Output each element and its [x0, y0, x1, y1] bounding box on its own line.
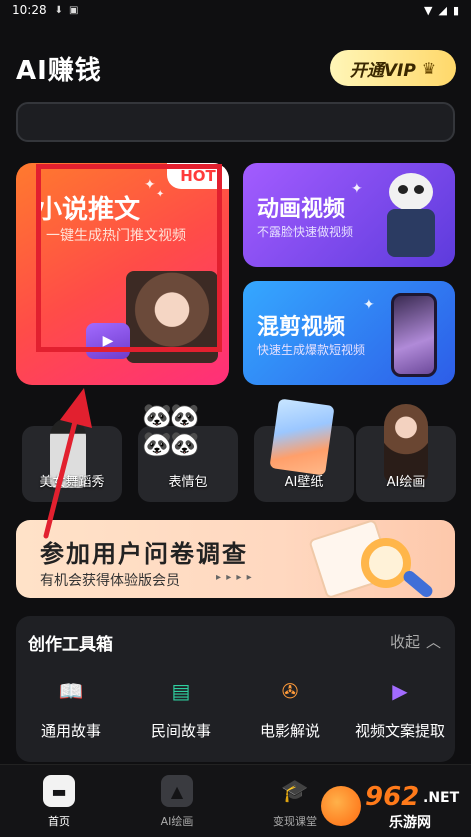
- home-icon: ▬: [43, 775, 75, 807]
- girl-portrait-image: [126, 271, 218, 363]
- magnifier-handle: [401, 568, 435, 598]
- wallpaper-image: [269, 398, 335, 476]
- survey-title: 参加用户问卷调查: [40, 540, 248, 568]
- image-icon: ▲: [161, 775, 193, 807]
- collapse-label: 收起: [389, 633, 420, 651]
- site-watermark: 962 .NET 乐游网: [315, 782, 465, 832]
- phone-illustration: [391, 293, 437, 377]
- novel-promo-card[interactable]: HOT 小说推文 一键生成热门推文视频 ✦ ✦ ▶: [16, 163, 229, 385]
- panda-man-illustration: [381, 173, 441, 259]
- category-dance[interactable]: 美女舞蹈秀: [22, 418, 122, 502]
- status-time: 10:28: [12, 3, 47, 17]
- novel-card-subtitle: 一键生成热门推文视频: [46, 228, 186, 244]
- collapse-button[interactable]: 收起 ︿: [390, 631, 441, 652]
- wifi-icon: ▼: [424, 3, 433, 17]
- creation-toolbox: 创作工具箱 收起 ︿ 📖 通用故事 ▤ 民间故事 ✇ 电影解说 ▶ 视频文案提取: [16, 616, 455, 762]
- sparkle-icon: ✦: [363, 297, 375, 313]
- tool-label: 民间故事: [150, 722, 211, 740]
- graduation-cap-icon: 🎓: [281, 778, 309, 804]
- arrows-icon: ▸ ▸ ▸ ▸: [216, 572, 253, 583]
- tool-label: 电影解说: [259, 722, 320, 740]
- remix-card-title: 混剪视频: [257, 315, 346, 340]
- a-icon: ▣: [68, 4, 79, 16]
- toolbox-title: 创作工具箱: [28, 635, 113, 655]
- tab-ai-drawing[interactable]: ▲ AI绘画: [132, 775, 222, 829]
- battery-icon: ▮: [452, 3, 459, 17]
- category-label: AI壁纸: [284, 475, 324, 490]
- survey-subtitle: 有机会获得体验版会员: [40, 573, 180, 589]
- tool-movie-commentary[interactable]: ✇ 电影解说: [240, 674, 340, 741]
- animation-card-subtitle: 不露脸快速做视频: [257, 225, 354, 239]
- tool-general-story[interactable]: 📖 通用故事: [21, 674, 121, 741]
- watermark-suffix: .NET: [423, 790, 460, 806]
- tool-video-text-extract[interactable]: ▶ 视频文案提取: [350, 674, 450, 741]
- crown-icon: ♛: [421, 58, 437, 78]
- hot-badge: HOT: [167, 163, 229, 189]
- sparkle-icon: ✦: [156, 189, 165, 200]
- novel-card-title: 小说推文: [36, 195, 141, 225]
- header: AI赚钱 开通VIP ♛: [16, 48, 456, 88]
- tool-label: 通用故事: [40, 722, 101, 740]
- remix-card-subtitle: 快速生成爆款短视频: [257, 343, 366, 357]
- animation-video-card[interactable]: 动画视频 不露脸快速做视频 ✦: [243, 163, 455, 267]
- category-row: 美女舞蹈秀 🐼🐼 🐼🐼 表情包 AI壁纸 AI绘画: [22, 398, 456, 502]
- category-label: 美女舞蹈秀: [39, 475, 105, 490]
- survey-banner[interactable]: 参加用户问卷调查 有机会获得体验版会员 ▸ ▸ ▸ ▸: [16, 520, 455, 598]
- book-icon: 📖: [58, 679, 84, 703]
- category-wallpaper[interactable]: AI壁纸: [254, 398, 354, 502]
- tool-folk-story[interactable]: ▤ 民间故事: [131, 674, 231, 741]
- animation-card-title: 动画视频: [257, 197, 346, 222]
- watermark-text: 乐游网: [389, 815, 431, 831]
- category-label: AI绘画: [386, 475, 426, 490]
- signal-icon: ◢: [438, 3, 447, 17]
- magnifier-icon: [361, 538, 411, 588]
- download-icon: ⬇: [54, 4, 63, 16]
- category-stickers[interactable]: 🐼🐼 🐼🐼 表情包: [138, 402, 238, 502]
- open-vip-button[interactable]: 开通VIP ♛: [330, 50, 456, 86]
- chevron-up-icon: ︿: [425, 633, 441, 651]
- tab-label: AI绘画: [160, 815, 194, 828]
- tool-label: 视频文案提取: [354, 722, 445, 740]
- status-bar: 10:28 ⬇ ▣ ▼ ◢ ▮: [0, 0, 471, 20]
- category-ai-drawing[interactable]: AI绘画: [356, 404, 456, 502]
- tv-play-icon: ▶: [86, 323, 130, 359]
- search-input[interactable]: [16, 102, 455, 142]
- panda-stickers-image: 🐼🐼 🐼🐼: [142, 402, 200, 458]
- video-play-icon: ▶: [392, 679, 408, 703]
- page-title: AI赚钱: [16, 55, 102, 86]
- remix-video-card[interactable]: 混剪视频 快速生成爆款短视频 ✦: [243, 281, 455, 385]
- tab-label: 首页: [48, 815, 70, 828]
- vip-label: 开通VIP: [349, 60, 416, 81]
- sparkle-icon: ✦: [351, 181, 363, 197]
- tab-home[interactable]: ▬ 首页: [14, 775, 104, 829]
- watermark-logo-icon: [321, 786, 361, 826]
- watermark-number: 962: [365, 782, 420, 812]
- sparkle-icon: ✦: [144, 177, 156, 193]
- category-label: 表情包: [168, 475, 208, 490]
- scroll-icon: ▤: [171, 679, 191, 703]
- film-reel-icon: ✇: [281, 679, 299, 703]
